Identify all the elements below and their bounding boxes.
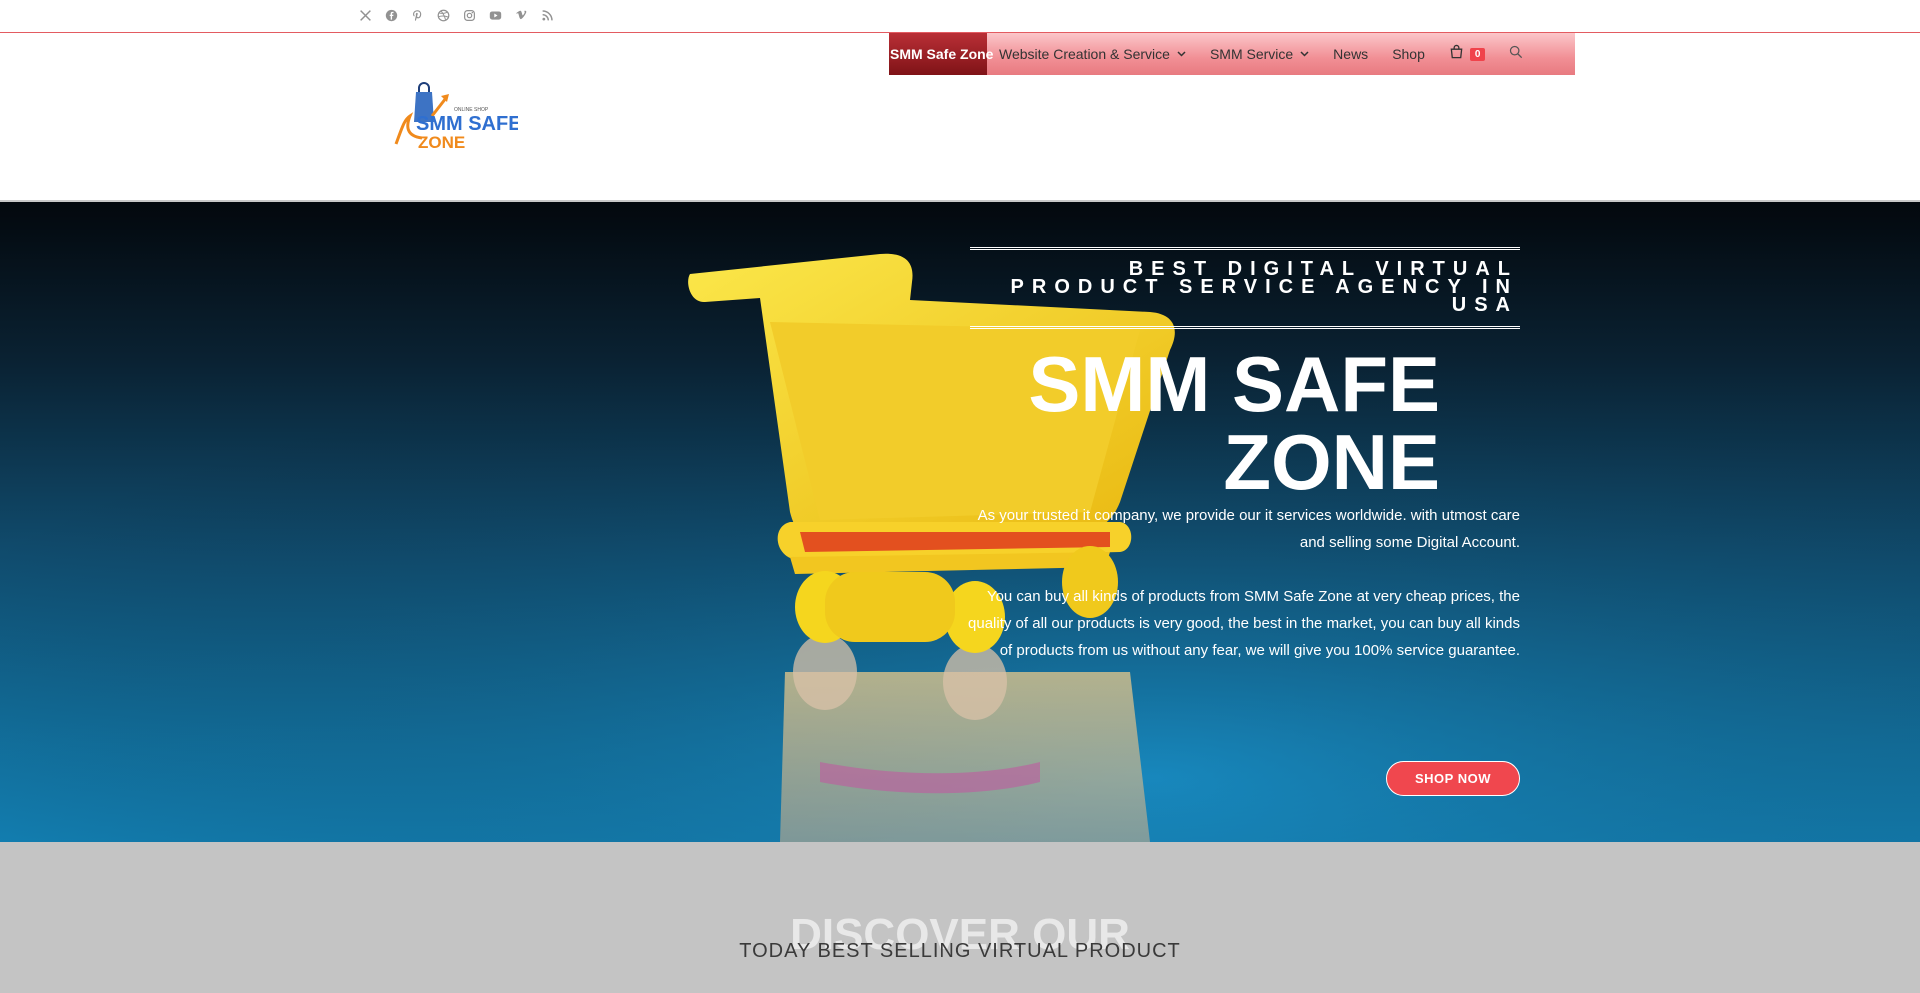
nav-item-news[interactable]: News xyxy=(1321,33,1380,75)
eyebrow-line: PRODUCT SERVICE AGENCY IN xyxy=(1010,276,1518,298)
cart-button[interactable]: 0 xyxy=(1437,33,1498,75)
search-button[interactable] xyxy=(1497,33,1535,75)
facebook-icon[interactable] xyxy=(384,7,398,23)
site-logo[interactable]: ONLINE SHOP SMM SAFE ZONE xyxy=(392,80,522,152)
eyebrow-line: USA xyxy=(1451,294,1518,316)
top-bar xyxy=(0,0,1920,33)
hero-description: As your trusted it company, we provide o… xyxy=(960,502,1520,664)
shopping-bag-icon xyxy=(1449,44,1464,64)
nav-item-label: SMM Safe Zone xyxy=(890,46,994,62)
nav-item-label: Shop xyxy=(1392,46,1425,62)
nav-item-label: Website Creation & Service xyxy=(999,46,1170,62)
nav-item-website-creation[interactable]: Website Creation & Service xyxy=(987,33,1198,75)
pinterest-icon[interactable] xyxy=(410,7,424,23)
hero-title: SMM SAFE ZONE xyxy=(960,345,1440,501)
rss-icon[interactable] xyxy=(540,7,554,23)
hero-paragraph: You can buy all kinds of products from S… xyxy=(968,588,1520,659)
chevron-down-icon xyxy=(1300,49,1309,60)
main-nav: SMM Safe Zone Website Creation & Service… xyxy=(889,33,1575,75)
discover-subheading: TODAY BEST SELLING VIRTUAL PRODUCT xyxy=(739,940,1181,962)
discover-section: DISCOVER OUR TODAY BEST SELLING VIRTUAL … xyxy=(0,842,1920,993)
chevron-down-icon xyxy=(1177,49,1186,60)
nav-item-smm-safe-zone[interactable]: SMM Safe Zone xyxy=(889,33,993,75)
logo-line1: SMM SAFE xyxy=(416,113,518,135)
dribbble-icon[interactable] xyxy=(436,7,450,23)
logo-line2: ZONE xyxy=(418,133,465,150)
nav-item-label: SMM Service xyxy=(1209,46,1294,62)
search-icon xyxy=(1509,45,1523,64)
vimeo-icon[interactable] xyxy=(514,7,528,23)
hero-section: BEST DIGITAL VIRTUAL PRODUCT SERVICE AGE… xyxy=(0,202,1920,842)
nav-item-shop[interactable]: Shop xyxy=(1380,33,1437,75)
youtube-icon[interactable] xyxy=(488,7,502,23)
instagram-icon[interactable] xyxy=(462,7,476,23)
nav-item-smm-service[interactable]: SMM Service xyxy=(1198,33,1321,75)
hero-title-line1: SMM SAFE xyxy=(1028,340,1440,428)
x-icon[interactable] xyxy=(358,7,372,23)
hero-paragraph: As your trusted it company, we provide o… xyxy=(977,507,1520,551)
cart-count-badge: 0 xyxy=(1469,47,1486,61)
hero-title-line2: ZONE xyxy=(1223,418,1440,506)
social-links xyxy=(358,7,554,23)
hero-eyebrow: BEST DIGITAL VIRTUAL PRODUCT SERVICE AGE… xyxy=(970,247,1520,329)
shop-now-button[interactable]: SHOP NOW xyxy=(1386,761,1520,796)
nav-item-label: News xyxy=(1333,46,1369,62)
